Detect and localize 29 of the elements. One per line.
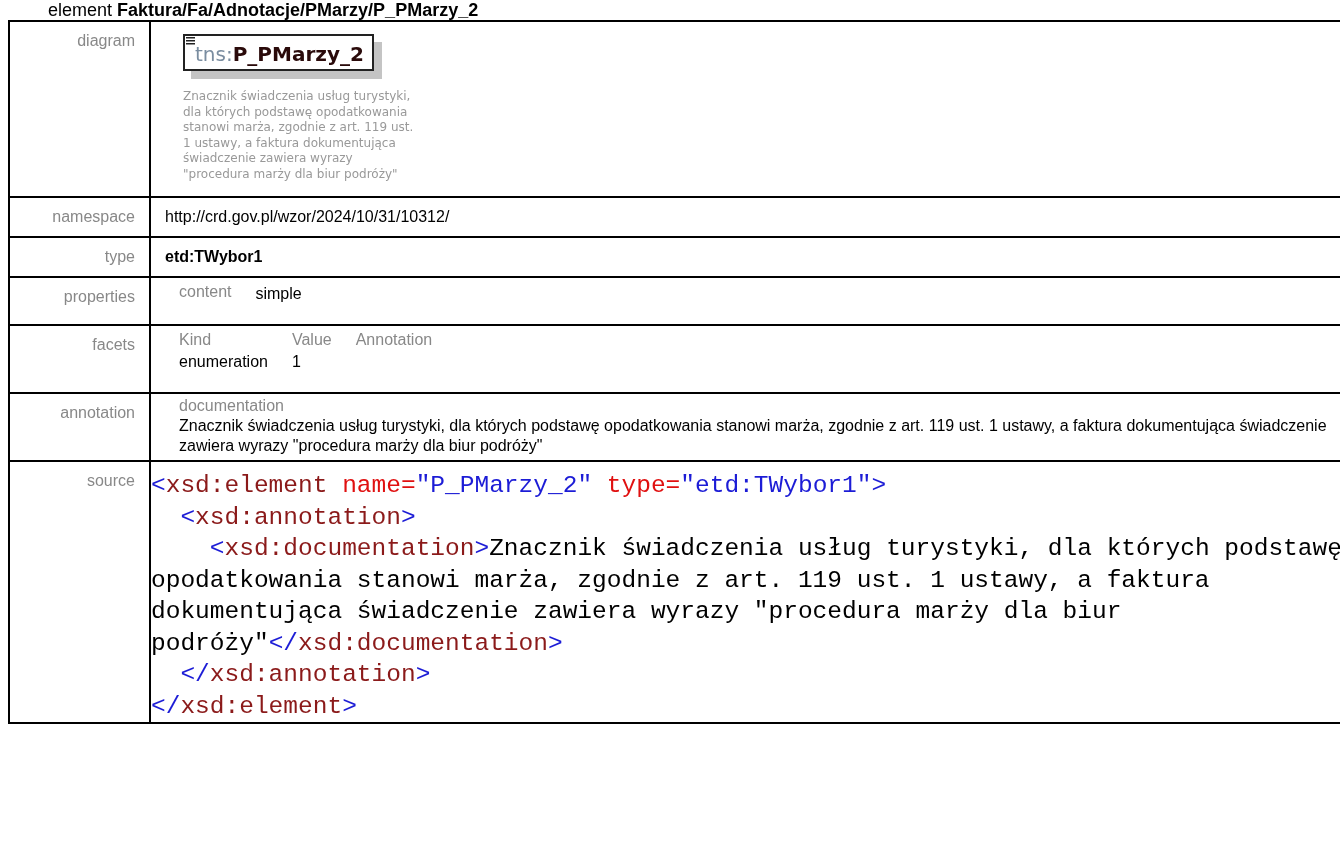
row-label: properties bbox=[63, 288, 135, 305]
row-label: diagram bbox=[77, 32, 135, 49]
namespace-value: http://crd.gov.pl/wzor/2024/10/31/10312/ bbox=[165, 208, 450, 225]
facet-cell-text: 1 bbox=[291, 352, 302, 372]
page-heading: element Faktura/Fa/Adnotacje/PMarzy/P_PMarzy_2 bbox=[47, 0, 480, 20]
code-line: <xsd:element name="P_PMarzy_2" type="etd:TWybor1"> bbox=[151, 471, 888, 501]
property-value: simple bbox=[255, 284, 302, 304]
code-line: </xsd:element> bbox=[151, 691, 358, 722]
code-line: opodatkowania stanowi marża, zgodnie z art. 119 ust. 1 ustawy, a faktura bbox=[151, 565, 1211, 596]
property-name: content bbox=[179, 282, 232, 302]
code-line: <xsd:documentation>Znacznik świadczenia usług turystyki, dla których podstawę bbox=[208, 534, 1340, 564]
row-label: facets bbox=[92, 336, 135, 353]
annotation-key: documentation bbox=[179, 396, 284, 416]
row-label: source bbox=[86, 472, 135, 489]
element-description: Znacznik świadczenia usług turystyki, dla których podstawę opodatkowania stanowi marża, zgodnie z art. 119 ust. 1 ustawy, a faktura dokumentująca świadczenie zawiera wyrazy "procedura marży dla biur podróży" bbox=[183, 89, 415, 182]
facet-cell-text: enumeration bbox=[179, 352, 268, 372]
row-label: type bbox=[104, 248, 135, 265]
type-value: etd:TWybor1 bbox=[165, 248, 263, 265]
row-label: namespace bbox=[52, 208, 135, 225]
annotation-text: Znacznik świadczenia usług turystyki, dla których podstawę opodatkowania stanowi marża, zgodnie z art. 119 ust. 1 ustawy, a faktura dokumentująca świadczenie zawiera wyrazy "procedura marży dla biur podróży" bbox=[178, 416, 1328, 456]
code-line: </xsd:annotation> bbox=[179, 660, 432, 690]
code-line: <xsd:annotation> bbox=[179, 502, 417, 533]
code-line: podróży"</xsd:documentation> bbox=[151, 628, 564, 659]
row-label: annotation bbox=[60, 404, 135, 421]
facet-column-header: Value bbox=[291, 330, 332, 350]
list-icon bbox=[186, 37, 195, 45]
facet-column-header: Kind bbox=[179, 330, 213, 350]
facet-column-header: Annotation bbox=[355, 330, 433, 350]
code-line: dokumentująca świadczenie zawiera wyrazy "procedura marży dla biur bbox=[151, 597, 1123, 627]
